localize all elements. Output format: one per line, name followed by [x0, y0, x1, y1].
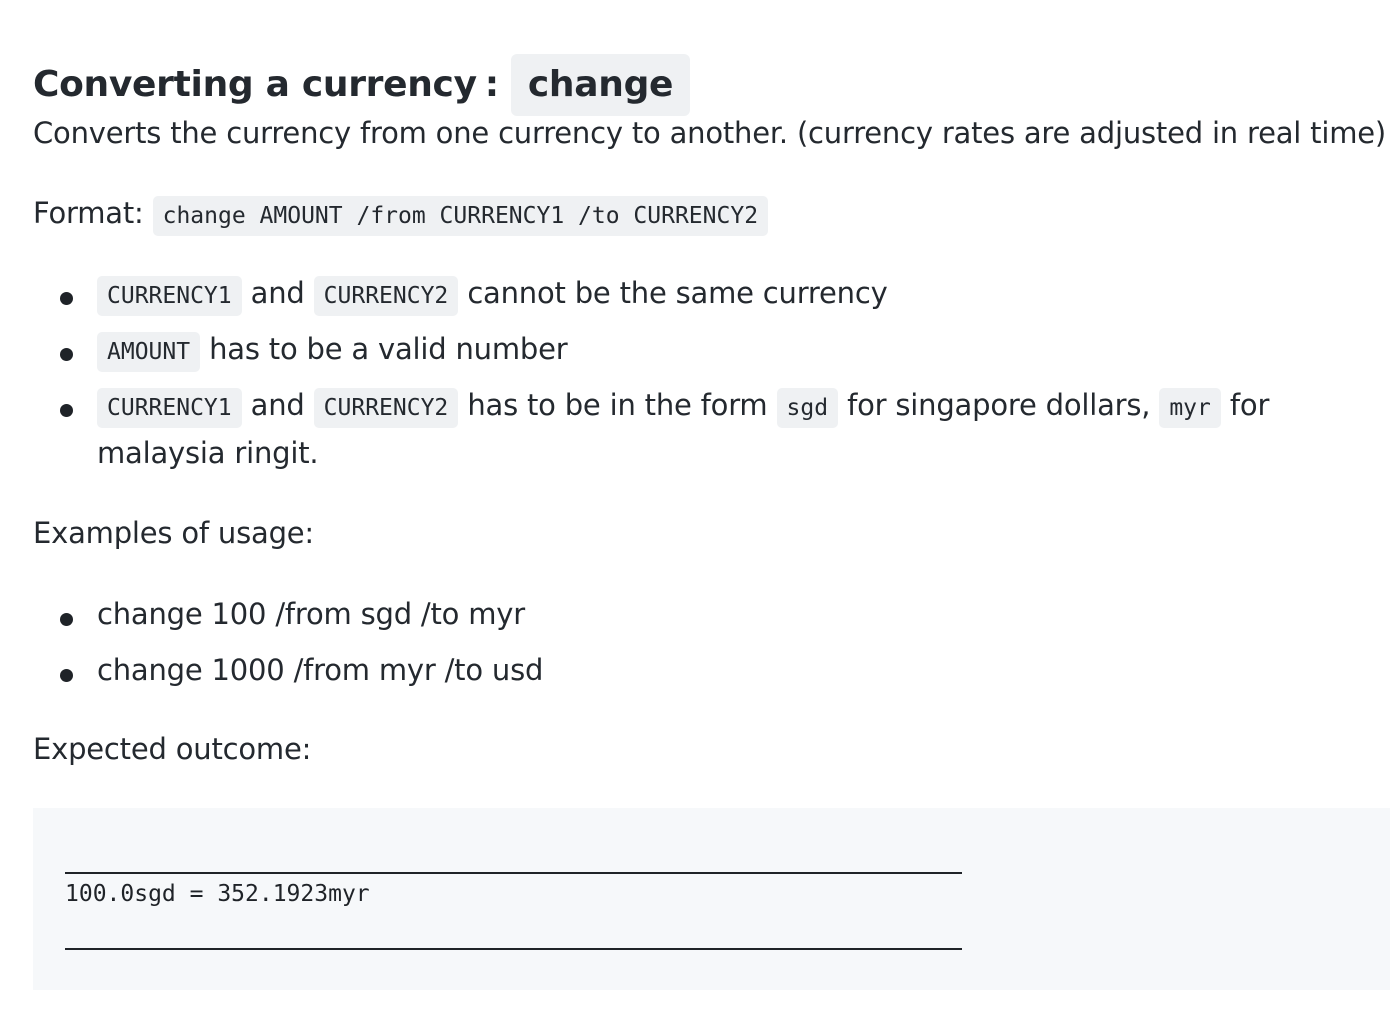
examples-list: change 100 /from sgd /to myr change 1000…: [33, 597, 1363, 709]
rule-text: for: [1229, 388, 1270, 422]
rule-text: cannot be the same currency: [467, 276, 888, 310]
list-item: change 1000 /from myr /to usd: [33, 653, 1363, 709]
rule-line-1: CURRENCY1 and CURRENCY2 has to be in the…: [97, 388, 1363, 436]
divider-top: [65, 872, 962, 874]
bullet-icon: [60, 613, 73, 626]
format-code: change AMOUNT /from CURRENCY1 /to CURREN…: [152, 196, 769, 236]
rule-text: has to be a valid number: [209, 332, 568, 366]
inline-code: AMOUNT: [97, 332, 201, 372]
bullet-icon: [60, 404, 73, 417]
bullet-icon: [60, 669, 73, 682]
rule-line-2: malaysia ringit.: [97, 436, 319, 470]
examples-label: Examples of usage:: [33, 516, 314, 550]
inline-code: CURRENCY2: [313, 388, 459, 428]
section-heading: Converting a currency : change: [33, 53, 691, 116]
rules-list: CURRENCY1 and CURRENCY2 cannot be the sa…: [33, 276, 1363, 488]
heading-title: Converting a currency: [33, 64, 477, 106]
rule-text: has to be in the form: [467, 388, 768, 422]
bullet-icon: [60, 292, 73, 305]
inline-code: CURRENCY1: [97, 388, 242, 428]
list-item: CURRENCY1 and CURRENCY2 has to be in the…: [33, 388, 1363, 488]
heading-command-code: change: [510, 53, 691, 116]
rule-text: for singapore dollars,: [847, 388, 1151, 422]
heading-separator: :: [484, 64, 499, 106]
example-text: change 1000 /from myr /to usd: [97, 653, 544, 687]
inline-code: CURRENCY1: [97, 276, 242, 316]
list-item: change 100 /from sgd /to myr: [33, 597, 1363, 653]
list-item: CURRENCY1 and CURRENCY2 cannot be the sa…: [33, 276, 1363, 332]
outcome-result: 100.0sgd = 352.1923myr: [65, 881, 370, 907]
inline-code: myr: [1159, 388, 1221, 428]
outcome-label: Expected outcome:: [33, 732, 312, 766]
rule-text: and: [250, 388, 305, 422]
example-text: change 100 /from sgd /to myr: [97, 597, 525, 631]
format-line: Format: change AMOUNT /from CURRENCY1 /t…: [33, 196, 769, 236]
inline-code: sgd: [776, 388, 839, 428]
list-item: AMOUNT has to be a valid number: [33, 332, 1363, 388]
description-text: Converts the currency from one currency …: [33, 116, 1387, 150]
inline-code: CURRENCY2: [313, 276, 459, 316]
divider-bottom: [65, 948, 962, 950]
bullet-icon: [60, 348, 73, 361]
format-label: Format:: [33, 196, 144, 230]
rule-text: and: [250, 276, 305, 310]
outcome-code-block: 100.0sgd = 352.1923myr: [33, 808, 1390, 990]
